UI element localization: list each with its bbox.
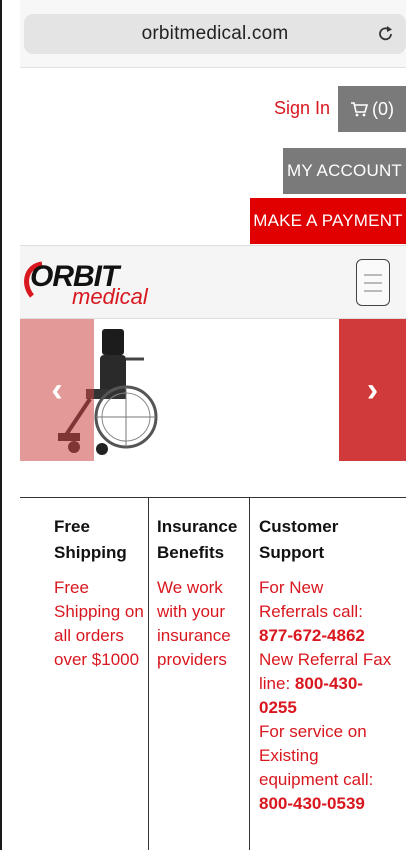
support-text-line: Existing bbox=[259, 746, 319, 765]
feature-title-line: Insurance bbox=[157, 517, 238, 536]
orbit-medical-logo[interactable]: ORBIT medical bbox=[20, 256, 150, 312]
url-text: orbitmedical.com bbox=[141, 23, 289, 44]
feature-title: Free Shipping bbox=[20, 514, 148, 566]
feature-text: For New Referrals call: 877-672-4862 New… bbox=[250, 576, 406, 816]
logo-medical-text: medical bbox=[72, 284, 148, 309]
fax-phone-link[interactable]: 800-430- bbox=[295, 674, 363, 693]
feature-text-line: all orders bbox=[54, 626, 124, 645]
feature-text-line: over $1000 bbox=[54, 650, 140, 669]
cart-count: (0) bbox=[372, 98, 394, 119]
feature-title-line: Shipping bbox=[54, 543, 127, 562]
site-navbar: ORBIT medical bbox=[20, 245, 406, 319]
browser-toolbar: orbitmedical.com bbox=[20, 0, 406, 68]
feature-text-line: insurance bbox=[157, 626, 231, 645]
feature-customer-support: Customer Support For New Referrals call:… bbox=[249, 498, 406, 850]
feature-free-shipping: Free Shipping Free Shipping on all order… bbox=[20, 498, 148, 850]
feature-title-line: Free bbox=[54, 517, 90, 536]
service-phone-link[interactable]: 800-430-0539 bbox=[259, 792, 402, 816]
new-referral-phone-link[interactable]: 877-672-4862 bbox=[259, 624, 402, 648]
feature-text: We work with your insurance providers bbox=[149, 576, 249, 672]
feature-text-line: providers bbox=[157, 650, 227, 669]
features-section: Free Shipping Free Shipping on all order… bbox=[20, 497, 406, 850]
feature-text-line: Free bbox=[54, 578, 89, 597]
fax-phone-link[interactable]: 0255 bbox=[259, 696, 402, 720]
feature-insurance-benefits: Insurance Benefits We work with your ins… bbox=[148, 498, 249, 850]
feature-title: Insurance Benefits bbox=[149, 514, 249, 566]
reload-icon[interactable] bbox=[376, 24, 396, 44]
menu-bar-icon bbox=[364, 274, 382, 276]
feature-text-line: with your bbox=[157, 602, 226, 621]
feature-title-line: Support bbox=[259, 543, 325, 562]
make-payment-button[interactable]: MAKE A PAYMENT bbox=[250, 198, 406, 244]
feature-text-line: Shipping on bbox=[54, 602, 144, 621]
fax-line: line: 800-430- bbox=[259, 672, 402, 696]
left-page-rule bbox=[0, 0, 2, 850]
menu-bar-icon bbox=[364, 290, 382, 292]
hero-carousel: ‹ › bbox=[20, 319, 406, 461]
support-text-line: New Referral Fax bbox=[259, 650, 392, 669]
support-text-line: For New bbox=[259, 578, 324, 597]
carousel-next-button[interactable]: › bbox=[339, 319, 406, 461]
feature-title: Customer Support bbox=[250, 514, 406, 566]
my-account-button[interactable]: MY ACCOUNT bbox=[283, 148, 406, 194]
feature-title-line: Customer bbox=[259, 517, 339, 536]
sign-in-link[interactable]: Sign In bbox=[274, 98, 330, 119]
feature-title-line: Benefits bbox=[157, 543, 225, 562]
menu-bar-icon bbox=[364, 282, 382, 284]
cart-icon bbox=[351, 102, 368, 117]
support-text-line: line: bbox=[259, 674, 295, 693]
support-text-line: Referrals call: bbox=[259, 602, 363, 621]
address-bar[interactable]: orbitmedical.com bbox=[24, 14, 406, 54]
feature-text: Free Shipping on all orders over $1000 bbox=[20, 576, 148, 672]
hamburger-menu-button[interactable] bbox=[356, 259, 390, 306]
support-text-line: equipment call: bbox=[259, 770, 374, 789]
feature-text-line: We work bbox=[157, 578, 223, 597]
carousel-prev-button[interactable]: ‹ bbox=[20, 319, 94, 461]
cart-button[interactable]: (0) bbox=[338, 86, 406, 132]
support-text-line: For service on bbox=[259, 722, 367, 741]
